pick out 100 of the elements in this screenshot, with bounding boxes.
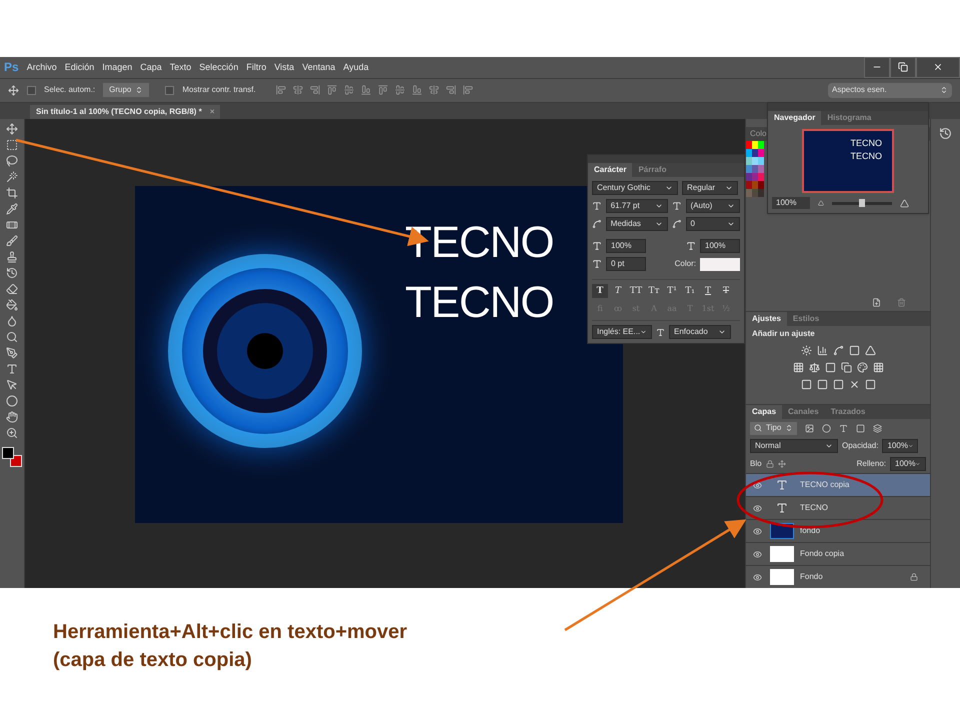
language-dropdown[interactable]: Inglés: EE... (592, 325, 652, 339)
shape-filter-icon[interactable] (856, 424, 866, 432)
eye-icon[interactable] (752, 480, 762, 490)
menu-item[interactable]: Filtro (242, 60, 270, 74)
layer-row[interactable]: Fondo copia (746, 542, 930, 565)
type-style-button[interactable]: T (610, 284, 626, 298)
text-layer[interactable]: TECNO (405, 278, 554, 328)
align-icon[interactable] (360, 85, 371, 96)
history-brush-tool-icon[interactable] (6, 267, 18, 279)
type-style-button[interactable]: T (700, 284, 716, 298)
color-swatch[interactable] (746, 157, 752, 165)
group-dropdown[interactable]: Grupo (103, 83, 150, 98)
type-style-button[interactable]: TT (628, 284, 644, 298)
square-icon[interactable] (816, 379, 828, 390)
workspace-dropdown[interactable]: Aspectos esen. (828, 82, 952, 98)
type-tool-icon[interactable] (6, 363, 18, 375)
align-icon[interactable] (344, 85, 354, 96)
dodge-tool-icon[interactable] (6, 331, 18, 343)
tracking-field[interactable]: 0 (686, 217, 740, 231)
menu-item[interactable]: Capa (136, 60, 166, 74)
square-icon[interactable] (824, 362, 836, 373)
type-style-button[interactable]: T (592, 284, 608, 298)
menu-item[interactable]: Imagen (98, 60, 136, 74)
layers-filter-icon[interactable] (873, 424, 882, 432)
color-swatch[interactable] (752, 181, 758, 189)
align-icon[interactable] (462, 85, 473, 96)
paint-bucket-tool-icon[interactable] (6, 299, 18, 311)
eye-icon[interactable] (752, 572, 762, 582)
align-icon[interactable] (412, 85, 422, 96)
grid-icon[interactable] (872, 362, 884, 373)
menu-item[interactable]: Vista (270, 60, 298, 74)
bandage-tool-icon[interactable] (6, 219, 18, 231)
lock-icon[interactable] (766, 460, 774, 468)
circle-filter-icon[interactable] (822, 424, 832, 432)
type-style-button[interactable]: T (718, 284, 734, 298)
cross-icon[interactable] (848, 379, 860, 390)
menu-item[interactable]: Texto (166, 60, 196, 74)
color-swatch[interactable] (746, 189, 752, 197)
marquee-tool-icon[interactable] (6, 139, 18, 151)
align-icon[interactable] (428, 85, 439, 96)
menu-item[interactable]: Ventana (298, 60, 340, 74)
grid-icon[interactable] (792, 362, 804, 373)
align-icon[interactable] (394, 85, 405, 96)
color-swatch[interactable] (758, 141, 764, 149)
droplet-tool-icon[interactable] (6, 315, 18, 327)
color-swatch[interactable] (746, 149, 752, 157)
horizontal-scale-field[interactable]: 100% (700, 239, 740, 253)
square-icon[interactable] (800, 379, 812, 390)
document-tab[interactable]: Sin título-1 al 100% (TECNO copia, RGB/8) * × (30, 105, 220, 119)
baseline-shift-field[interactable]: 0 pt (606, 257, 646, 271)
color-swatch[interactable] (758, 157, 764, 165)
layer-row[interactable]: Fondo (746, 565, 930, 588)
color-swatches-icon[interactable] (2, 447, 22, 467)
color-swatch[interactable] (752, 149, 758, 157)
hand-tool-icon[interactable] (6, 411, 18, 423)
eraser-tool-icon[interactable] (6, 283, 18, 295)
text-layer[interactable]: TECNO (405, 218, 554, 268)
align-icon[interactable] (310, 85, 320, 96)
color-swatch[interactable] (746, 173, 752, 181)
color-swatch[interactable] (758, 189, 764, 197)
font-family-dropdown[interactable]: Century Gothic (592, 181, 678, 195)
zoom-tool-icon[interactable] (6, 427, 18, 439)
zoom-field[interactable]: 100% (772, 197, 810, 209)
history-panel-icon[interactable] (939, 127, 952, 140)
color-swatch[interactable] (746, 165, 752, 173)
square-icon[interactable] (864, 379, 876, 390)
menu-item[interactable]: Ayuda (339, 60, 373, 74)
palette-icon[interactable] (856, 362, 868, 373)
color-swatch[interactable] (752, 141, 758, 149)
menu-item[interactable]: Selección (195, 60, 242, 74)
copy-icon[interactable] (840, 362, 852, 373)
font-size-field[interactable]: 61.77 pt (606, 199, 668, 213)
move-tool-icon[interactable] (8, 84, 19, 96)
color-swatch[interactable] (746, 181, 752, 189)
color-swatch[interactable] (752, 173, 758, 181)
layer-row[interactable]: fondo (746, 519, 930, 542)
square-icon[interactable] (848, 345, 860, 356)
antialias-dropdown[interactable]: Enfocado (669, 325, 731, 339)
type-style-button[interactable]: Tт (646, 284, 662, 298)
checkbox[interactable] (165, 86, 174, 95)
square-icon[interactable] (832, 379, 844, 390)
pen-tool-icon[interactable] (6, 347, 18, 359)
sun-icon[interactable] (800, 345, 812, 356)
lasso-tool-icon[interactable] (6, 155, 18, 167)
color-swatch[interactable] (752, 165, 758, 173)
opacity-field[interactable]: 100% (882, 439, 918, 453)
color-swatch[interactable] (758, 181, 764, 189)
curve-icon[interactable] (832, 345, 844, 356)
slider-thumb[interactable] (859, 198, 865, 206)
menu-item[interactable]: Edición (60, 60, 98, 74)
move-tool-icon[interactable] (6, 123, 18, 135)
ellipse-tool-icon[interactable] (6, 395, 18, 407)
checkbox[interactable] (27, 86, 36, 95)
eye-icon[interactable] (752, 504, 762, 512)
leading-field[interactable]: (Auto) (686, 199, 740, 213)
zoom-out-icon[interactable] (818, 200, 824, 206)
filter-dropdown[interactable]: Tipo (750, 422, 798, 434)
color-swatch[interactable] (752, 157, 758, 165)
eye-icon[interactable] (752, 526, 762, 536)
panel-tab[interactable]: Capas (746, 405, 782, 419)
